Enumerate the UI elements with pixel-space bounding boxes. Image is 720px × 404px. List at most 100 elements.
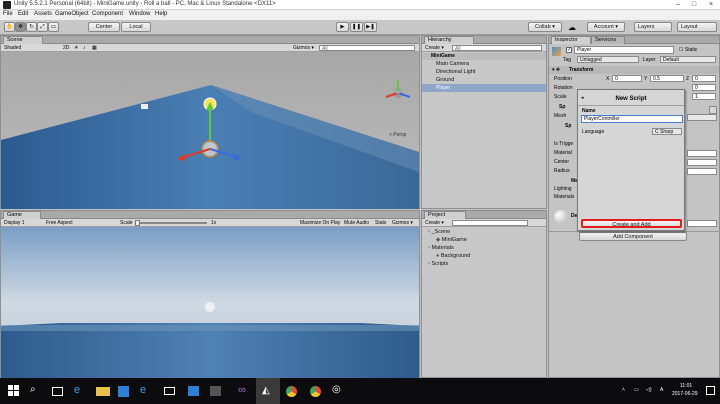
tab-hierarchy[interactable]: Hierarchy	[424, 36, 474, 44]
hierarchy-item-selected[interactable]: Player	[422, 84, 546, 92]
scale-slider[interactable]	[135, 222, 207, 224]
field-stub[interactable]	[687, 220, 717, 227]
collab-button[interactable]: Collab ▾	[528, 22, 562, 32]
search-icon[interactable]: ⌕	[30, 384, 44, 398]
scale-slider-thumb[interactable]	[135, 220, 140, 226]
pause-button[interactable]: ❚❚	[350, 22, 363, 32]
field-stub[interactable]	[687, 168, 717, 175]
static-checkbox[interactable]: ☐ Static	[679, 47, 697, 53]
field-stub[interactable]	[687, 114, 717, 121]
tab-scene[interactable]: Scene	[3, 36, 43, 44]
network-icon[interactable]: ▭	[634, 387, 639, 393]
store-icon[interactable]	[118, 386, 129, 397]
unity-taskbar-active[interactable]: ◭	[256, 378, 280, 404]
layers-dropdown[interactable]: Layers	[634, 22, 672, 32]
add-component-button[interactable]: Add Component	[579, 232, 687, 241]
windows-start-icon[interactable]	[8, 385, 19, 396]
tab-project[interactable]: Project	[424, 211, 466, 219]
active-checkbox[interactable]: ✓	[566, 47, 572, 53]
rotation-z-field[interactable]: 0	[692, 84, 716, 91]
pivot-center-button[interactable]: Center	[88, 22, 120, 32]
game-viewport[interactable]	[1, 227, 419, 378]
tab-inspector[interactable]: Inspector	[551, 36, 591, 44]
asset-item[interactable]: ◆ MiniGame	[436, 237, 467, 243]
sphere-filter-header[interactable]: Sp	[559, 104, 565, 110]
field-stub[interactable]	[687, 150, 717, 157]
menu-window[interactable]: Window	[129, 11, 150, 17]
project-create-button[interactable]: Create ▾	[425, 220, 444, 226]
menu-help[interactable]: Help	[155, 11, 167, 17]
layer-dropdown[interactable]: Default	[660, 56, 716, 63]
notification-icon[interactable]	[706, 386, 715, 395]
account-button[interactable]: Account ▾	[587, 22, 625, 32]
rect-tool-icon[interactable]: ▭	[48, 22, 59, 32]
minimize-button[interactable]: –	[670, 0, 686, 10]
tab-services[interactable]: Services	[591, 36, 625, 44]
shading-dropdown[interactable]: Shaded	[4, 45, 21, 51]
app-icon[interactable]	[210, 386, 221, 396]
script-name-input[interactable]: PlayerController	[581, 115, 683, 123]
pivot-local-button[interactable]: Local	[121, 22, 151, 32]
scene-viewport[interactable]	[1, 52, 419, 209]
effects-toggle-icon[interactable]: ▦	[92, 45, 97, 51]
asset-item[interactable]: ● Background	[436, 253, 470, 259]
mail-icon[interactable]	[164, 387, 175, 395]
mode-2d-toggle[interactable]: 2D	[63, 45, 69, 51]
object-name-field[interactable]: Player	[574, 46, 674, 54]
chrome-icon[interactable]	[286, 386, 297, 397]
gear-icon[interactable]	[709, 106, 717, 114]
visual-studio-icon[interactable]: ∞	[238, 384, 252, 398]
maximize-button[interactable]: □	[686, 0, 702, 10]
hierarchy-create-button[interactable]: Create ▾	[425, 45, 444, 51]
scene-root-row[interactable]: MiniGame	[422, 53, 546, 60]
aspect-dropdown[interactable]: Free Aspect	[46, 220, 73, 226]
position-x-field[interactable]: 0	[612, 75, 642, 82]
sphere-collider-header[interactable]: Sp	[565, 123, 571, 129]
task-view-icon[interactable]	[52, 387, 63, 396]
layout-dropdown[interactable]: Layout	[677, 22, 717, 32]
game-gizmos-dropdown[interactable]: Gizmos ▾	[392, 220, 413, 226]
hierarchy-item[interactable]: Ground	[436, 77, 454, 83]
move-tool-icon[interactable]: ✥	[15, 22, 26, 32]
browser-icon[interactable]: ◎	[332, 384, 346, 398]
movies-icon[interactable]	[188, 386, 199, 396]
scale-tool-icon[interactable]: ⤢	[37, 22, 48, 32]
menu-component[interactable]: Component	[92, 11, 123, 17]
create-and-add-button[interactable]: Create and Add	[581, 219, 682, 228]
rotate-tool-icon[interactable]: ↻	[26, 22, 37, 32]
hierarchy-item[interactable]: Directional Light	[436, 69, 475, 75]
menu-gameobject[interactable]: GameObject	[55, 11, 89, 17]
transform-header[interactable]: ▾ ✥ Transform	[549, 66, 719, 74]
close-button[interactable]: ×	[703, 0, 719, 10]
tray-chevron-icon[interactable]: ˄	[622, 387, 625, 393]
menu-edit[interactable]: Edit	[18, 11, 28, 17]
hierarchy-item[interactable]: Main Camera	[436, 61, 469, 67]
folder-item[interactable]: ▪ _Scene	[428, 229, 450, 235]
clock-time[interactable]: 11:01	[680, 383, 692, 389]
volume-icon[interactable]: ◁)	[646, 387, 652, 393]
maximize-on-play-toggle[interactable]: Maximize On Play	[300, 220, 340, 226]
file-explorer-icon[interactable]	[96, 387, 110, 396]
folder-item[interactable]: ▪ Materials	[428, 245, 454, 251]
scene-search-input[interactable]: All	[319, 45, 415, 52]
play-button[interactable]: ▶	[336, 22, 349, 32]
edge-browser-icon[interactable]: e	[74, 384, 88, 398]
position-y-field[interactable]: 0.5	[650, 75, 684, 82]
hierarchy-search-input[interactable]: All	[452, 45, 542, 52]
tag-dropdown[interactable]: Untagged	[577, 56, 639, 63]
display-dropdown[interactable]: Display 1	[4, 220, 25, 226]
scene-gizmos-dropdown[interactable]: Gizmos ▾	[293, 45, 314, 51]
audio-toggle-icon[interactable]: ♪	[83, 45, 86, 51]
scale-z-field[interactable]: 1	[692, 93, 716, 100]
menu-assets[interactable]: Assets	[34, 11, 52, 17]
position-z-field[interactable]: 0	[692, 75, 716, 82]
perspective-label[interactable]: < Persp	[389, 132, 406, 138]
mute-audio-toggle[interactable]: Mute Audio	[344, 220, 369, 226]
cloud-icon[interactable]: ☁	[568, 23, 576, 32]
edge-browser-icon-2[interactable]: e	[140, 384, 154, 398]
hand-tool-icon[interactable]: ✋	[4, 22, 15, 32]
language-dropdown[interactable]: C Sharp	[652, 128, 682, 135]
stats-toggle[interactable]: Stats	[375, 220, 386, 226]
folder-item[interactable]: ▪ Scripts	[428, 261, 448, 267]
menu-file[interactable]: File	[3, 11, 13, 17]
